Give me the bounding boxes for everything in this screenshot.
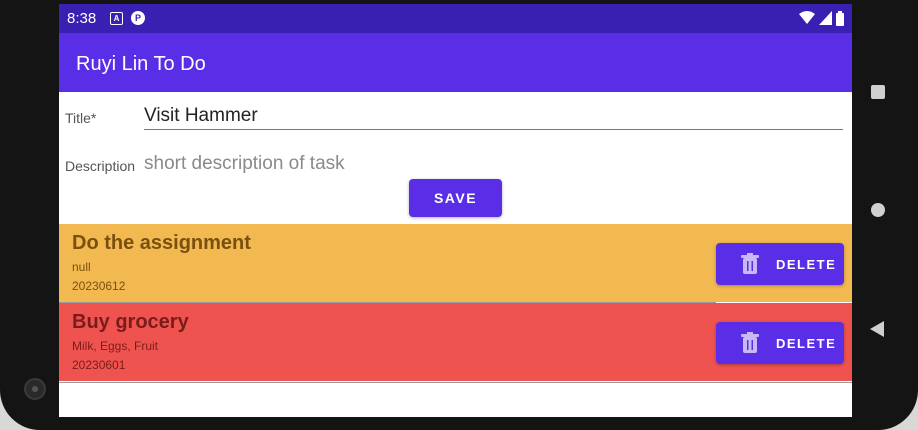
- camera-lens: [32, 386, 38, 392]
- task-date: 20230612: [72, 279, 126, 293]
- delete-button[interactable]: DELETE: [716, 243, 844, 285]
- task-title: Do the assignment: [72, 232, 251, 254]
- home-button[interactable]: [870, 202, 886, 218]
- task-description: Milk, Eggs, Fruit: [72, 339, 159, 353]
- app-screen: 8:38 A P Ruyi Lin To Do Title* Visit Ham…: [59, 4, 852, 417]
- delete-button[interactable]: DELETE: [716, 322, 844, 364]
- task-divider: [59, 382, 852, 383]
- notification-a-icon: A: [110, 12, 123, 25]
- battery-icon: [836, 10, 844, 26]
- status-indicators: [799, 9, 844, 27]
- back-button[interactable]: [869, 320, 885, 338]
- status-bar: 8:38 A P: [59, 4, 852, 33]
- wifi-icon: [799, 11, 815, 24]
- front-camera: [24, 378, 46, 400]
- app-title: Ruyi Lin To Do: [76, 53, 206, 75]
- notification-p-icon: P: [131, 11, 145, 25]
- trash-icon: [741, 253, 759, 274]
- save-button[interactable]: SAVE: [409, 179, 502, 217]
- title-input-underline: [144, 129, 843, 130]
- trash-icon: [741, 332, 759, 353]
- delete-label: DELETE: [776, 336, 837, 351]
- task-item[interactable]: Do the assignment null 20230612 DELETE: [59, 224, 852, 302]
- task-description: null: [72, 260, 91, 274]
- signal-icon: [819, 11, 832, 25]
- title-label: Title*: [65, 110, 97, 126]
- task-item[interactable]: Buy grocery Milk, Eggs, Fruit 20230601 D…: [59, 303, 852, 381]
- task-title: Buy grocery: [72, 311, 189, 333]
- recents-button[interactable]: [870, 84, 886, 100]
- status-time: 8:38: [67, 10, 97, 27]
- title-input[interactable]: Visit Hammer: [144, 105, 258, 127]
- description-input[interactable]: short description of task: [144, 153, 345, 175]
- app-bar: Ruyi Lin To Do: [59, 33, 852, 92]
- device-frame: 8:38 A P Ruyi Lin To Do Title* Visit Ham…: [0, 0, 918, 430]
- description-label: Description: [65, 158, 136, 174]
- task-date: 20230601: [72, 358, 126, 372]
- delete-label: DELETE: [776, 257, 837, 272]
